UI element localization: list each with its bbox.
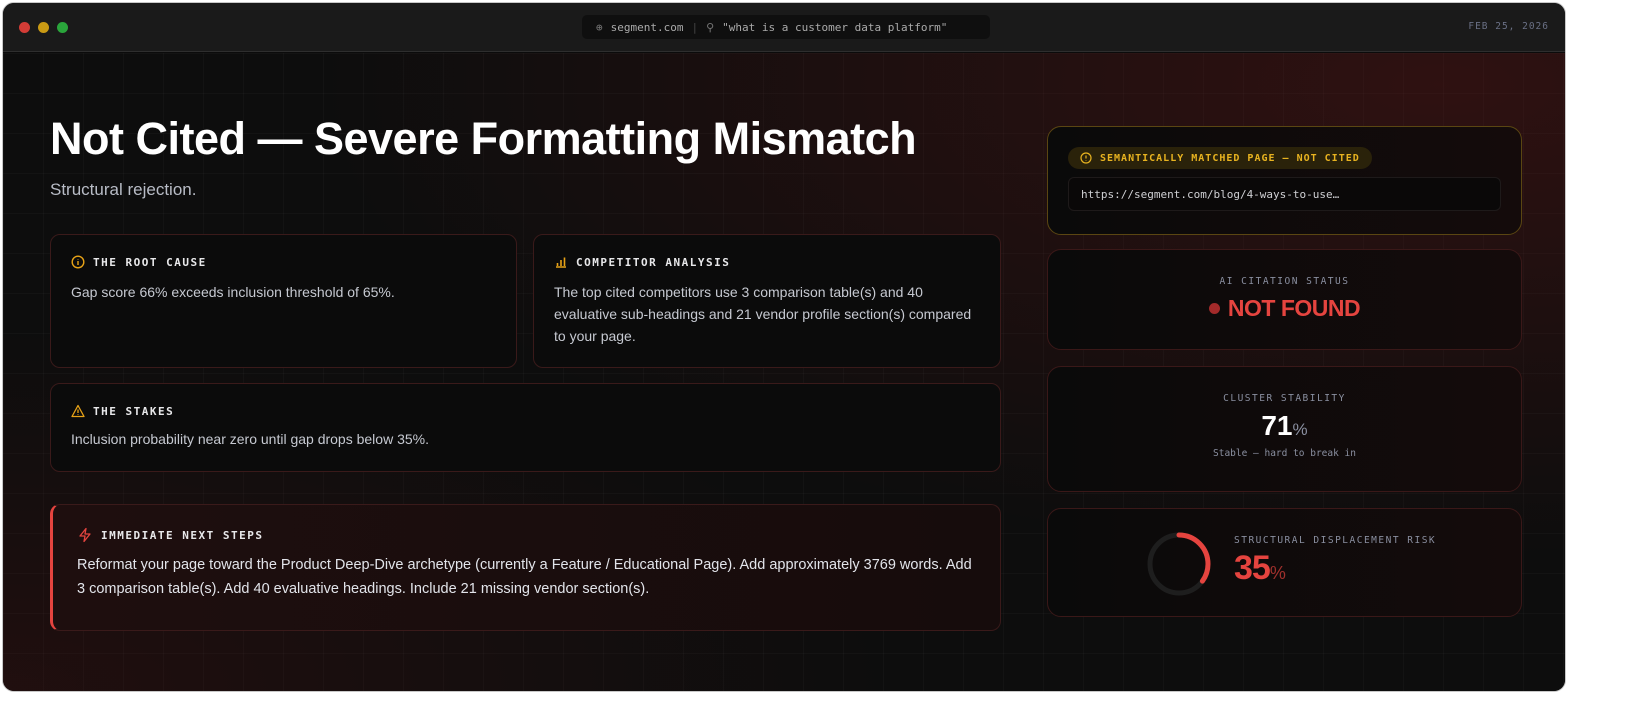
competitor-card: COMPETITOR ANALYSIS The top cited compet…: [533, 234, 1001, 368]
page-subtitle: Structural rejection.: [50, 180, 197, 199]
close-button[interactable]: [19, 22, 30, 33]
cluster-stability-card: CLUSTER STABILITY 71% Stable — hard to b…: [1047, 366, 1522, 492]
report-main: Not Cited — Severe Formatting Mismatch S…: [3, 53, 1565, 691]
card-body: The top cited competitors use 3 comparis…: [554, 284, 972, 344]
warning-icon: [71, 404, 85, 418]
divider: |: [691, 20, 699, 34]
badge-text: SEMANTICALLY MATCHED PAGE — NOT CITED: [1100, 152, 1360, 164]
card-title: IMMEDIATE NEXT STEPS: [101, 528, 264, 542]
alert-circle-icon: [1080, 152, 1092, 164]
card-body: Reformat your page toward the Product De…: [77, 557, 972, 597]
stability-note: Stable — hard to break in: [1213, 448, 1356, 459]
card-title: THE ROOT CAUSE: [93, 255, 207, 269]
address-bar[interactable]: ⊕ segment.com | ⚲ "what is a customer da…: [582, 15, 990, 39]
stakes-card: THE STAKES Inclusion probability near ze…: [50, 383, 1001, 472]
next-steps-card: IMMEDIATE NEXT STEPS Reformat your page …: [50, 504, 1001, 631]
query-text: "what is a customer data platform": [722, 20, 948, 34]
domain-text: segment.com: [610, 20, 684, 34]
page-title: Not Cited — Severe Formatting Mismatch: [50, 113, 917, 164]
status-dot-icon: [1208, 303, 1220, 314]
title-bar: ⊕ segment.com | ⚲ "what is a customer da…: [3, 3, 1565, 52]
citation-status-card: AI CITATION STATUS NOT FOUND: [1047, 249, 1522, 350]
bar-chart-icon: [556, 257, 566, 268]
date: FEB 25, 2026: [1468, 21, 1549, 32]
stability-label: CLUSTER STABILITY: [1223, 393, 1346, 404]
citation-status: NOT FOUND: [1227, 295, 1361, 321]
displacement-risk-card: STRUCTURAL DISPLACEMENT RISK 35%: [1047, 508, 1522, 617]
risk-value: 35: [1234, 549, 1271, 587]
card-title: COMPETITOR ANALYSIS: [576, 255, 731, 269]
matched-page-card: SEMANTICALLY MATCHED PAGE — NOT CITED ht…: [1047, 126, 1522, 235]
minimize-button[interactable]: [38, 22, 49, 33]
card-title: THE STAKES: [93, 404, 175, 418]
lightning-icon: [79, 527, 91, 543]
card-body: Gap score 66% exceeds inclusion threshol…: [71, 284, 395, 300]
root-cause-card: THE ROOT CAUSE Gap score 66% exceeds inc…: [50, 234, 517, 368]
risk-label: STRUCTURAL DISPLACEMENT RISK: [1234, 535, 1437, 546]
matched-badge: SEMANTICALLY MATCHED PAGE — NOT CITED: [1068, 147, 1372, 169]
card-body: Inclusion probability near zero until ga…: [71, 431, 429, 447]
stability-value: 71: [1261, 410, 1293, 441]
maximize-button[interactable]: [57, 22, 68, 33]
info-icon: [71, 255, 85, 269]
search-icon: ⚲: [706, 20, 715, 34]
matched-url[interactable]: https://segment.com/blog/4-ways-to-use…: [1068, 177, 1501, 211]
risk-gauge: [1147, 532, 1211, 596]
risk-unit: %: [1269, 563, 1286, 583]
globe-icon: ⊕: [596, 20, 603, 34]
citation-label: AI CITATION STATUS: [1219, 276, 1350, 287]
stability-unit: %: [1292, 420, 1308, 439]
browser-window: ⊕ segment.com | ⚲ "what is a customer da…: [2, 2, 1566, 692]
